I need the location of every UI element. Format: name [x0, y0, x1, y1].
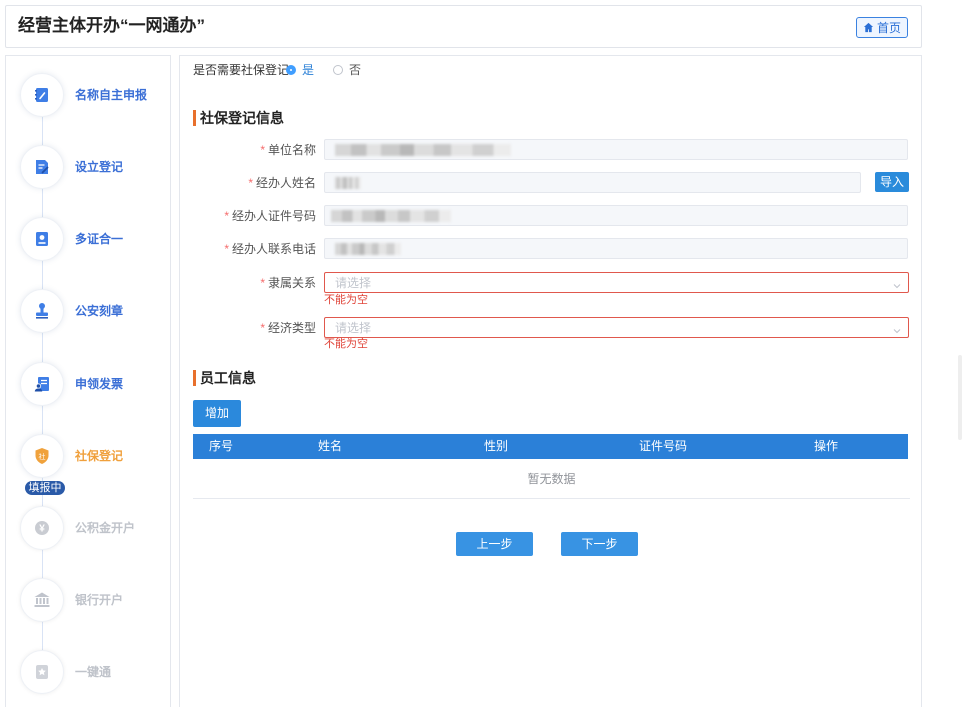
stamp-icon: [20, 289, 64, 333]
column-header: 姓名: [318, 439, 343, 453]
required-asterisk: *: [248, 176, 253, 190]
chevron-down-icon: [892, 278, 902, 296]
column-header: 序号: [209, 439, 234, 453]
select-placeholder: 请选择: [335, 276, 372, 290]
field-label-affiliation: * 隶属关系: [200, 276, 316, 290]
field-label-text: 经办人姓名: [255, 176, 316, 190]
notebook-pen-icon: [20, 73, 64, 117]
redacted-value: [335, 144, 511, 156]
column-header: 操作: [814, 439, 839, 453]
step-label: 申领发票: [75, 377, 124, 391]
column-header: 性别: [484, 439, 509, 453]
required-asterisk: *: [260, 276, 265, 290]
field-label-economic-type: * 经济类型: [200, 321, 316, 335]
step-establishment-registration[interactable]: 设立登记: [20, 145, 166, 189]
section-title-employees: 员工信息: [200, 370, 256, 386]
home-button[interactable]: 首页: [856, 17, 908, 38]
unit-name-field[interactable]: [324, 139, 908, 160]
step-label: 公安刻章: [75, 304, 124, 318]
social-security-question: 是否需要社保登记: [193, 63, 290, 77]
step-multi-certificate[interactable]: 多证合一: [20, 217, 166, 261]
status-badge: 填报中: [25, 481, 65, 495]
step-police-seal[interactable]: 公安刻章: [20, 289, 166, 333]
step-bank-account[interactable]: 银行开户: [20, 578, 166, 622]
handler-id-field[interactable]: [324, 205, 908, 226]
field-label-text: 隶属关系: [267, 276, 316, 290]
step-invoice-application[interactable]: 申领发票: [20, 362, 166, 406]
section-accent-bar: [193, 370, 196, 386]
field-label-handler-id: * 经办人证件号码: [200, 209, 316, 223]
handler-name-field[interactable]: [324, 172, 861, 193]
field-label-text: 经济类型: [267, 321, 316, 335]
radio-no-label[interactable]: 否: [349, 63, 361, 77]
step-social-security[interactable]: 社 社保登记: [20, 434, 166, 478]
required-asterisk: *: [260, 321, 265, 335]
page-title: 经营主体开办“一网通办”: [18, 16, 205, 35]
invoice-icon: [20, 362, 64, 406]
chevron-down-icon: [892, 323, 902, 341]
required-asterisk: *: [224, 242, 229, 256]
certificate-icon: [20, 217, 64, 261]
field-label-unit-name: * 单位名称: [200, 143, 316, 157]
bank-icon: [20, 578, 64, 622]
employee-table-header: 序号 姓名 性别 证件号码 操作: [193, 434, 908, 459]
section-accent-bar: [193, 110, 196, 126]
table-empty-text: 暂无数据: [527, 472, 576, 486]
field-label-handler-name: * 经办人姓名: [200, 176, 316, 190]
select-placeholder: 请选择: [335, 321, 372, 335]
radio-yes-label[interactable]: 是: [302, 63, 314, 77]
field-label-text: 单位名称: [267, 143, 316, 157]
column-header: 证件号码: [639, 439, 688, 453]
handler-phone-field[interactable]: [324, 238, 908, 259]
page-scrollbar-thumb[interactable]: [958, 355, 962, 440]
required-asterisk: *: [224, 209, 229, 223]
step-label: 公积金开户: [75, 521, 136, 535]
step-label: 社保登记: [75, 449, 124, 463]
shield-glyph: 社: [39, 452, 46, 461]
affiliation-select[interactable]: 请选择: [324, 272, 909, 293]
yen-glyph: ¥: [39, 524, 45, 535]
shield-icon: 社: [20, 434, 64, 478]
step-name-declaration[interactable]: 名称自主申报: [20, 73, 166, 117]
field-label-text: 经办人联系电话: [231, 242, 316, 256]
home-label: 首页: [876, 21, 901, 35]
radio-yes[interactable]: [286, 65, 296, 75]
economic-type-error: 不能为空: [324, 338, 368, 350]
step-housing-fund[interactable]: ¥ 公积金开户: [20, 506, 166, 550]
step-label: 多证合一: [75, 232, 124, 246]
yen-coin-icon: ¥: [20, 506, 64, 550]
affiliation-error: 不能为空: [324, 294, 368, 306]
redacted-value: [335, 243, 401, 255]
step-label: 设立登记: [75, 160, 124, 174]
economic-type-select[interactable]: 请选择: [324, 317, 909, 338]
home-icon: [863, 22, 874, 33]
redacted-value: [331, 210, 451, 222]
required-asterisk: *: [260, 143, 265, 157]
import-button[interactable]: 导入: [875, 172, 909, 192]
previous-step-button[interactable]: 上一步: [456, 532, 533, 556]
field-label-text: 经办人证件号码: [231, 209, 316, 223]
step-label: 银行开户: [75, 593, 124, 607]
next-step-button[interactable]: 下一步: [561, 532, 638, 556]
field-label-handler-phone: * 经办人联系电话: [200, 242, 316, 256]
step-label: 一键通: [75, 665, 112, 679]
radio-no[interactable]: [333, 65, 343, 75]
section-title-social-security: 社保登记信息: [200, 110, 284, 126]
table-divider: [193, 498, 910, 499]
add-employee-button[interactable]: 增加: [193, 400, 241, 427]
one-click-icon: [20, 650, 64, 694]
app-root: 经营主体开办“一网通办” 首页 名称自主申报 设立登记 多证合一 公安刻章 申领…: [0, 0, 962, 707]
document-edit-icon: [20, 145, 64, 189]
step-label: 名称自主申报: [75, 88, 148, 102]
step-one-click[interactable]: 一键通: [20, 650, 166, 694]
redacted-value: [335, 177, 361, 189]
